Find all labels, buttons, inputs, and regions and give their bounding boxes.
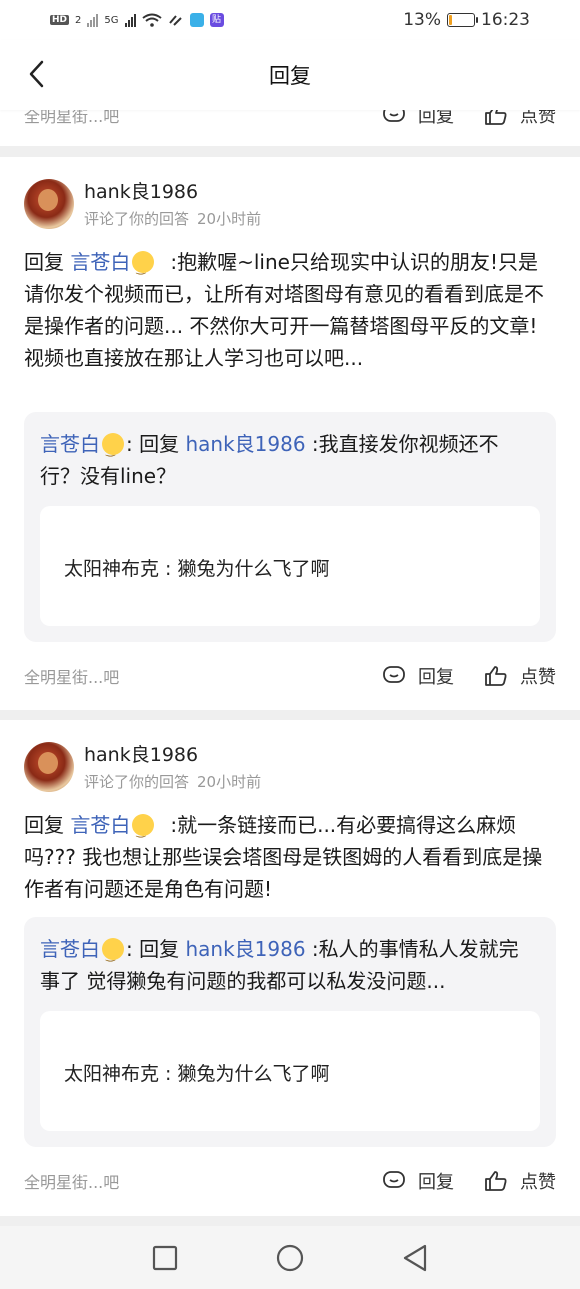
back-nav-button[interactable] [402,1244,428,1272]
quote-target[interactable]: hank良1986 [185,937,305,961]
clock: 16:23 [481,10,530,30]
network-type-label: 5G [104,14,119,26]
forum-link[interactable]: 全明星街...吧 [24,1169,119,1193]
reply-card: hank良1986 评论了你的回答 20小时前 回复 言苍白:就一条链接而已...… [0,720,580,1216]
smile-emoji-icon [132,251,155,285]
like-label: 点赞 [520,667,556,688]
quote-separator: : 回复 [126,937,180,961]
mention-link[interactable]: 言苍白 [70,250,130,274]
username[interactable]: hank良1986 [84,180,261,204]
like-button[interactable]: 点赞 [484,1168,556,1194]
link-icon [168,15,182,26]
reply-text: 回复 言苍白:抱歉喔~line只给现实中认识的朋友!只是请你发个视频而已，让所有… [24,246,556,374]
battery-icon [447,13,478,27]
original-post[interactable]: 太阳神布克 : 獭兔为什么飞了啊 [40,1011,540,1131]
user-info: hank良1986 评论了你的回答 20小时前 [24,179,261,229]
page-title: 回复 [269,64,311,88]
signal-1-icon [87,13,99,27]
status-icons-left: HD 2 5G 贴 [50,13,224,27]
reply-label: 回复 [418,667,454,688]
reply-label: 回复 [418,1172,454,1193]
quote-separator: : 回复 [126,432,180,456]
item-actions: 全明星街...吧 回复 点赞 [24,1166,556,1196]
smile-emoji-icon [102,938,124,972]
app-header: 回复 [0,40,580,110]
original-post-text: 太阳神布克 : 獭兔为什么飞了啊 [64,1063,330,1085]
item-actions: 全明星街...吧 回复 点赞 [24,661,556,691]
recents-button[interactable] [152,1245,178,1271]
reply-meta: 评论了你的回答 20小时前 [84,208,261,229]
quoted-comment[interactable]: 言苍白: 回复 hank良1986 :私人的事情私人发就完事了 觉得獭兔有问题的… [24,917,556,1147]
signal-2-icon [124,13,136,27]
forum-link[interactable]: 全明星街...吧 [24,664,119,688]
user-info: hank良1986 评论了你的回答 20小时前 [24,742,261,792]
like-label: 点赞 [520,1172,556,1193]
sim-slot-label: 2 [75,14,82,26]
reply-time: 20小时前 [197,210,262,228]
avatar[interactable] [24,179,74,229]
thumbs-up-icon [485,1171,507,1191]
comment-icon [383,666,405,683]
comment-icon [383,1171,405,1188]
smile-emoji-icon [102,433,124,467]
thumbs-up-icon [485,666,507,686]
reply-action: 评论了你的回答 [84,210,190,228]
reply-button[interactable]: 回复 [382,1168,454,1194]
smile-emoji-icon [132,814,155,848]
quote-author[interactable]: 言苍白 [40,937,100,961]
reply-button[interactable]: 回复 [382,663,454,689]
reply-prefix: 回复 [24,813,64,837]
status-icons-right: 13% 16:23 [403,10,530,30]
original-post-text: 太阳神布克 : 獭兔为什么飞了啊 [64,558,330,580]
username[interactable]: hank良1986 [84,743,261,767]
avatar[interactable] [24,742,74,792]
reply-time: 20小时前 [197,773,262,791]
original-post[interactable]: 太阳神布克 : 獭兔为什么飞了啊 [40,506,540,626]
quote-text: 言苍白: 回复 hank良1986 :私人的事情私人发就完事了 觉得獭兔有问题的… [40,933,536,997]
mention-link[interactable]: 言苍白 [70,813,130,837]
wifi-icon [141,13,162,27]
quote-author[interactable]: 言苍白 [40,432,100,456]
home-button[interactable] [276,1244,304,1272]
reply-prefix: 回复 [24,250,64,274]
quoted-comment[interactable]: 言苍白: 回复 hank良1986 :我直接发你视频还不行？没有line？ 太阳… [24,412,556,642]
reply-text: 回复 言苍白:就一条链接而已...有必要搞得这么麻烦吗??? 我也想让那些误会塔… [24,809,556,905]
book-app-icon [189,13,204,27]
hd-badge: HD [50,15,70,25]
reply-meta: 评论了你的回答 20小时前 [84,771,261,792]
reply-action: 评论了你的回答 [84,773,190,791]
like-button[interactable]: 点赞 [484,663,556,689]
battery-percent: 13% [403,10,441,30]
tieba-app-icon: 贴 [209,13,224,27]
battery-fill [449,15,453,25]
status-bar: HD 2 5G 贴 13% 16:23 [0,0,580,40]
quote-target[interactable]: hank良1986 [185,432,305,456]
quote-text: 言苍白: 回复 hank良1986 :我直接发你视频还不行？没有line？ [40,428,536,492]
reply-card: hank良1986 评论了你的回答 20小时前 回复 言苍白:抱歉喔~line只给… [0,157,580,710]
chevron-left-icon [29,60,44,88]
back-button[interactable] [18,56,54,92]
system-nav-bar [0,1226,580,1289]
